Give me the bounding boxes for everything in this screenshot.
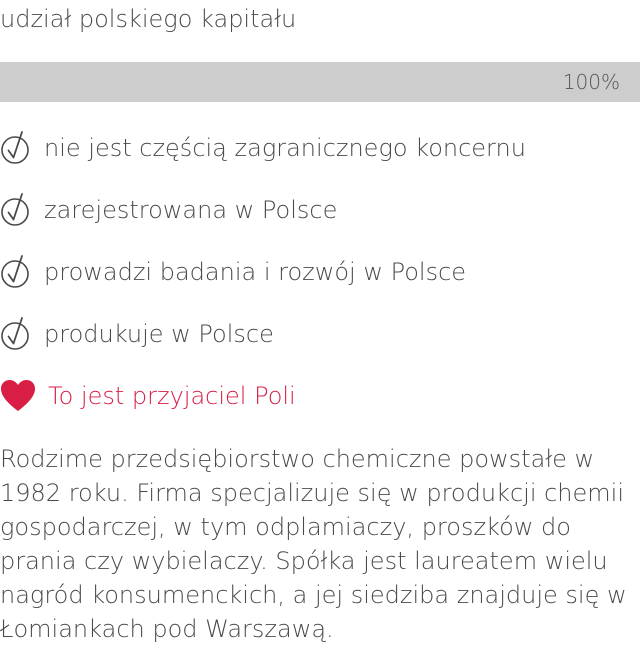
capital-progress-fill <box>0 62 640 102</box>
criteria-item: prowadzi badania i rozwój w Polsce <box>0 252 526 314</box>
criteria-item: zarejestrowana w Polsce <box>0 190 526 252</box>
friend-of-pola-row: To jest przyjaciel Poli <box>0 376 296 416</box>
criteria-list: nie jest częścią zagranicznego koncernu … <box>0 128 526 376</box>
capital-share-label: udział polskiego kapitału <box>0 5 297 33</box>
criteria-item: produkuje w Polsce <box>0 314 526 376</box>
criteria-label: zarejestrowana w Polsce <box>44 196 338 224</box>
checkmark-circle-icon <box>0 128 31 168</box>
capital-progress-value: 100% <box>562 70 620 94</box>
friend-of-pola-label: To jest przyjaciel Poli <box>48 382 296 410</box>
checkmark-circle-icon <box>0 190 31 230</box>
checkmark-circle-icon <box>0 252 31 292</box>
company-description: Rodzime przedsiębiorstwo chemiczne powst… <box>0 445 627 643</box>
criteria-item: nie jest częścią zagranicznego koncernu <box>0 128 526 190</box>
capital-progress-bar: 100% <box>0 62 640 102</box>
criteria-label: prowadzi badania i rozwój w Polsce <box>44 258 467 286</box>
criteria-label: produkuje w Polsce <box>44 320 274 348</box>
criteria-label: nie jest częścią zagranicznego koncernu <box>44 134 526 162</box>
checkmark-circle-icon <box>0 314 31 354</box>
heart-icon <box>0 379 36 413</box>
